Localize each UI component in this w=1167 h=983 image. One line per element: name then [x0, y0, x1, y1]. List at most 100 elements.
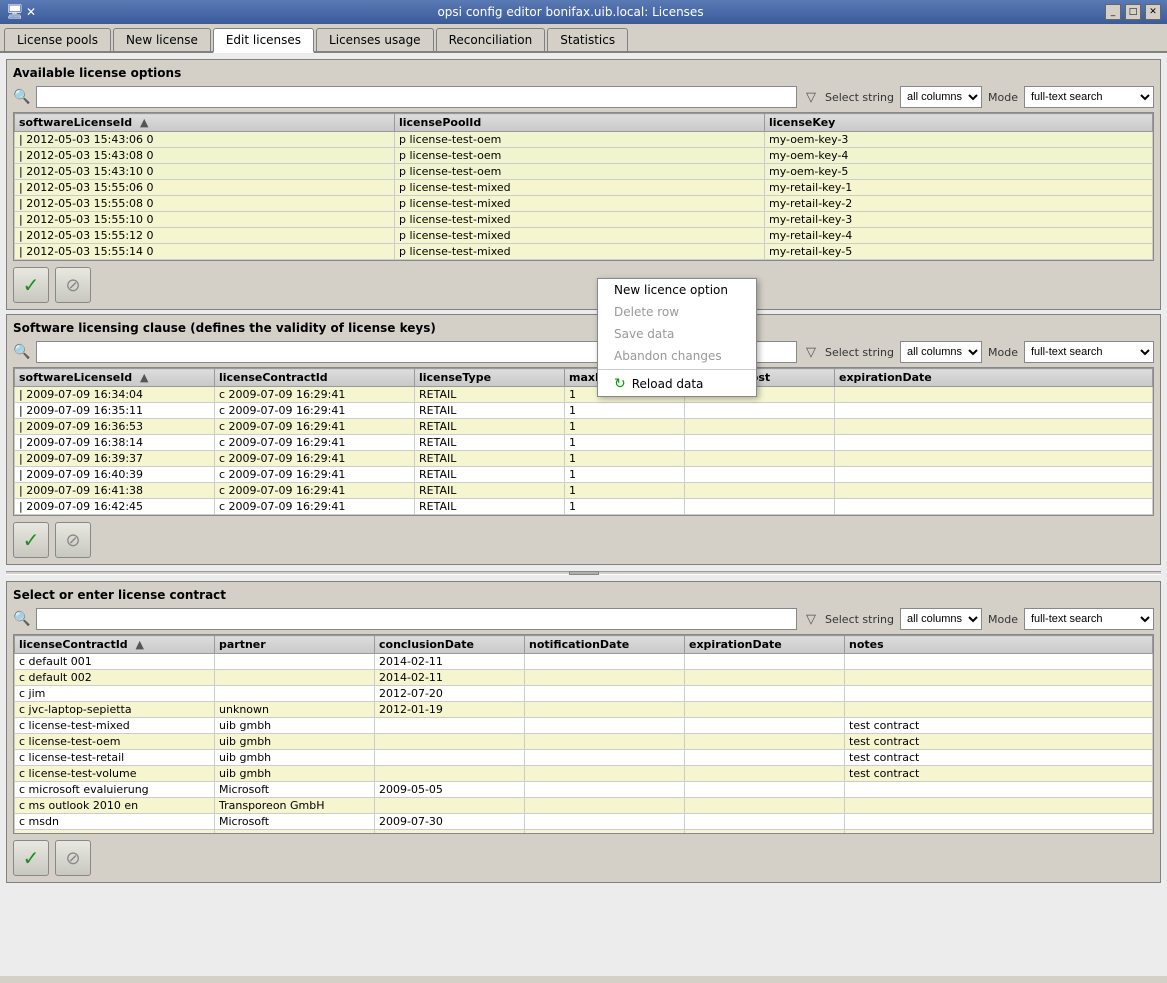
panel3-col-partner[interactable]: partner	[215, 636, 375, 654]
panel2-columns-select[interactable]: all columns	[900, 341, 982, 363]
panel2-col-licenseType[interactable]: licenseType	[415, 369, 565, 387]
table-row[interactable]: | 2009-07-09 16:38:14c 2009-07-09 16:29:…	[15, 435, 1153, 451]
context-menu-save-data[interactable]: Save data	[598, 323, 756, 345]
context-menu: New licence option Delete row Save data …	[597, 278, 757, 397]
titlebar-controls: _ □ ✕	[1105, 4, 1161, 20]
tab-reconciliation[interactable]: Reconciliation	[436, 28, 546, 51]
table-row[interactable]: | 2012-05-03 15:55:08 0p license-test-mi…	[15, 196, 1153, 212]
table-row[interactable]: c default 0022014-02-11	[15, 670, 1153, 686]
panel-license-contract: Select or enter license contract 🔍 ▽ Sel…	[6, 581, 1161, 883]
panel2-filter-row: 🔍 ▽ Select string all columns Mode full-…	[13, 341, 1154, 363]
panel2-mode-select[interactable]: full-text search	[1024, 341, 1154, 363]
table-row[interactable]: | 2009-07-09 16:40:39c 2009-07-09 16:29:…	[15, 467, 1153, 483]
table-row[interactable]: | 2012-05-03 15:43:10 0p license-test-oe…	[15, 164, 1153, 180]
panel1-filter-icon: ▽	[803, 89, 819, 105]
maximize-button[interactable]: □	[1125, 4, 1141, 20]
panel2-mode-label: Mode	[988, 346, 1018, 359]
table-row[interactable]: c default 0012014-02-11	[15, 654, 1153, 670]
panel2-search-icon[interactable]: 🔍	[13, 344, 30, 360]
tab-new-license[interactable]: New license	[113, 28, 211, 51]
context-menu-separator	[598, 369, 756, 370]
reload-icon: ↻	[614, 376, 626, 392]
table-row[interactable]: c mzks2018-09-21	[15, 830, 1153, 835]
table-row[interactable]: c msdnMicrosoft2009-07-30	[15, 814, 1153, 830]
panel1-col-licenseKey[interactable]: licenseKey	[765, 114, 1153, 132]
panel-software-licensing-clause: Software licensing clause (defines the v…	[6, 314, 1161, 565]
divider-handle[interactable]	[569, 571, 599, 575]
panel1-search-icon[interactable]: 🔍	[13, 89, 30, 105]
panel3-search-icon[interactable]: 🔍	[13, 611, 30, 627]
panel3-col-licenseContractId[interactable]: licenseContractId ▲	[15, 636, 215, 654]
tab-licenses-usage[interactable]: Licenses usage	[316, 28, 434, 51]
panel2-col-expirationDate[interactable]: expirationDate	[835, 369, 1153, 387]
table-row[interactable]: c ms outlook 2010 enTransporeon GmbH	[15, 798, 1153, 814]
context-menu-delete-row[interactable]: Delete row	[598, 301, 756, 323]
panel3-col-notes[interactable]: notes	[845, 636, 1153, 654]
panel1-cancel-button[interactable]: ⊘	[55, 267, 91, 303]
panel3-col-notificationDate[interactable]: notificationDate	[525, 636, 685, 654]
panel1-columns-select[interactable]: all columns	[900, 86, 982, 108]
table-row[interactable]: c license-test-mixeduib gmbhtest contrac…	[15, 718, 1153, 734]
panel2-col-softwareLicenseId[interactable]: softwareLicenseId ▲	[15, 369, 215, 387]
panel3-filter-icon: ▽	[803, 611, 819, 627]
tab-statistics[interactable]: Statistics	[547, 28, 628, 51]
minimize-button[interactable]: _	[1105, 4, 1121, 20]
panel2-col-licenseContractId[interactable]: licenseContractId	[215, 369, 415, 387]
panel2-select-string-label: Select string	[825, 346, 894, 359]
table-row[interactable]: | 2009-07-09 16:35:11c 2009-07-09 16:29:…	[15, 403, 1153, 419]
context-menu-reload-data[interactable]: ↻ Reload data	[598, 372, 756, 396]
table-row[interactable]: c license-test-retailuib gmbhtest contra…	[15, 750, 1153, 766]
titlebar-title: opsi config editor bonifax.uib.local: Li…	[36, 5, 1105, 19]
tab-license-pools[interactable]: License pools	[4, 28, 111, 51]
panel1-confirm-button[interactable]: ✓	[13, 267, 49, 303]
table-row[interactable]: | 2009-07-09 16:34:04c 2009-07-09 16:29:…	[15, 387, 1153, 403]
panel1-search-input[interactable]	[36, 86, 797, 108]
panel-available-license-options: Available license options 🔍 ▽ Select str…	[6, 59, 1161, 310]
panel2-table: softwareLicenseId ▲ licenseContractId li…	[14, 368, 1153, 515]
panel3-title: Select or enter license contract	[13, 588, 1154, 602]
panel1-col-softwareLicenseId[interactable]: softwareLicenseId ▲	[15, 114, 395, 132]
tab-edit-licenses[interactable]: Edit licenses	[213, 28, 314, 53]
panel1-table-wrapper: softwareLicenseId ▲ licensePoolId licens…	[13, 112, 1154, 261]
table-row[interactable]: c jim2012-07-20	[15, 686, 1153, 702]
table-row[interactable]: | 2012-05-03 15:55:06 0p license-test-mi…	[15, 180, 1153, 196]
panel2-confirm-button[interactable]: ✓	[13, 522, 49, 558]
panel3-col-expirationDate[interactable]: expirationDate	[685, 636, 845, 654]
panel3-confirm-button[interactable]: ✓	[13, 840, 49, 876]
table-row[interactable]: | 2009-07-09 16:42:45c 2009-07-09 16:29:…	[15, 499, 1153, 515]
panel3-col-conclusionDate[interactable]: conclusionDate	[375, 636, 525, 654]
table-row[interactable]: | 2012-05-03 15:55:12 0p license-test-mi…	[15, 228, 1153, 244]
table-row[interactable]: | 2012-05-03 15:55:14 0p license-test-mi…	[15, 244, 1153, 260]
panel3-btn-row: ✓ ⊘	[13, 840, 1154, 876]
table-row[interactable]: | 2012-05-03 15:43:06 0p license-test-oe…	[15, 132, 1153, 148]
panel3-select-string-label: Select string	[825, 613, 894, 626]
panel2-title: Software licensing clause (defines the v…	[13, 321, 1154, 335]
panel2-table-wrapper: softwareLicenseId ▲ licenseContractId li…	[13, 367, 1154, 516]
table-row[interactable]: c microsoft evaluierungMicrosoft2009-05-…	[15, 782, 1153, 798]
panel3-table: licenseContractId ▲ partner conclusionDa…	[14, 635, 1153, 834]
panel3-columns-select[interactable]: all columns	[900, 608, 982, 630]
table-row[interactable]: c license-test-oemuib gmbhtest contract	[15, 734, 1153, 750]
table-row[interactable]: c license-test-volumeuib gmbhtest contra…	[15, 766, 1153, 782]
panel2-filter-icon: ▽	[803, 344, 819, 360]
table-row[interactable]: c jvc-laptop-sepiettaunknown2012-01-19	[15, 702, 1153, 718]
titlebar-x-btn[interactable]: ✕	[26, 5, 36, 19]
table-row[interactable]: | 2009-07-09 16:41:38c 2009-07-09 16:29:…	[15, 483, 1153, 499]
panel3-mode-label: Mode	[988, 613, 1018, 626]
panel3-search-input[interactable]	[36, 608, 797, 630]
titlebar-left: 🖥 ✕	[6, 4, 36, 20]
panel2-btn-row: ✓ ⊘	[13, 522, 1154, 558]
table-row[interactable]: | 2009-07-09 16:39:37c 2009-07-09 16:29:…	[15, 451, 1153, 467]
panel3-cancel-button[interactable]: ⊘	[55, 840, 91, 876]
panel1-col-licensePoolId[interactable]: licensePoolId	[395, 114, 765, 132]
context-menu-new-licence-option[interactable]: New licence option	[598, 279, 756, 301]
table-row[interactable]: | 2009-07-09 16:36:53c 2009-07-09 16:29:…	[15, 419, 1153, 435]
panel2-cancel-button[interactable]: ⊘	[55, 522, 91, 558]
panel3-mode-select[interactable]: full-text search	[1024, 608, 1154, 630]
panel1-mode-label: Mode	[988, 91, 1018, 104]
table-row[interactable]: | 2012-05-03 15:43:08 0p license-test-oe…	[15, 148, 1153, 164]
close-button[interactable]: ✕	[1145, 4, 1161, 20]
panel1-mode-select[interactable]: full-text search	[1024, 86, 1154, 108]
table-row[interactable]: | 2012-05-03 15:55:10 0p license-test-mi…	[15, 212, 1153, 228]
context-menu-abandon-changes[interactable]: Abandon changes	[598, 345, 756, 367]
